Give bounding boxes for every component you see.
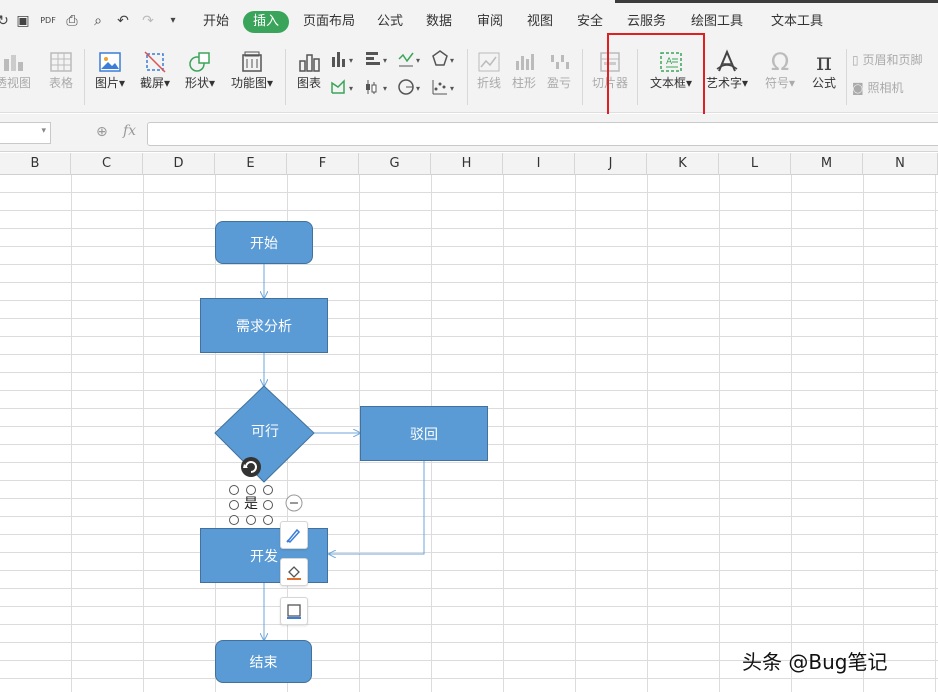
resize-handle-se[interactable]	[263, 515, 273, 525]
brush-icon	[286, 528, 301, 543]
paint-bucket-icon	[287, 566, 301, 580]
watermark-text: 头条 @Bug笔记	[742, 650, 888, 674]
flow-node-reject[interactable]: 驳回	[360, 406, 488, 461]
shape-outline-icon	[287, 604, 301, 619]
flowchart-connectors	[214, 264, 425, 692]
flow-node-start[interactable]: 开始	[215, 221, 313, 264]
flow-node-decision-label: 可行	[251, 424, 279, 440]
outline-button[interactable]	[280, 597, 308, 625]
flow-node-analysis[interactable]: 需求分析	[200, 298, 328, 353]
resize-handle-sw[interactable]	[229, 515, 239, 525]
resize-handle-e[interactable]	[263, 500, 273, 510]
flow-node-develop[interactable]: 开发	[200, 528, 328, 583]
resize-handle-nw[interactable]	[229, 485, 239, 495]
resize-handle-w[interactable]	[229, 500, 239, 510]
resize-handle-ne[interactable]	[263, 485, 273, 495]
resize-handle-n[interactable]	[246, 485, 256, 495]
connector-reject-develop[interactable]	[329, 461, 425, 554]
shape-style-button[interactable]	[280, 521, 308, 549]
collapse-minus-icon[interactable]	[285, 494, 303, 512]
fill-color-button[interactable]	[280, 558, 308, 586]
rotate-handle-icon[interactable]	[240, 456, 262, 478]
flow-node-end[interactable]: 结束	[215, 640, 312, 683]
yes-textbox[interactable]: 是	[238, 494, 264, 514]
resize-handle-s[interactable]	[246, 515, 256, 525]
